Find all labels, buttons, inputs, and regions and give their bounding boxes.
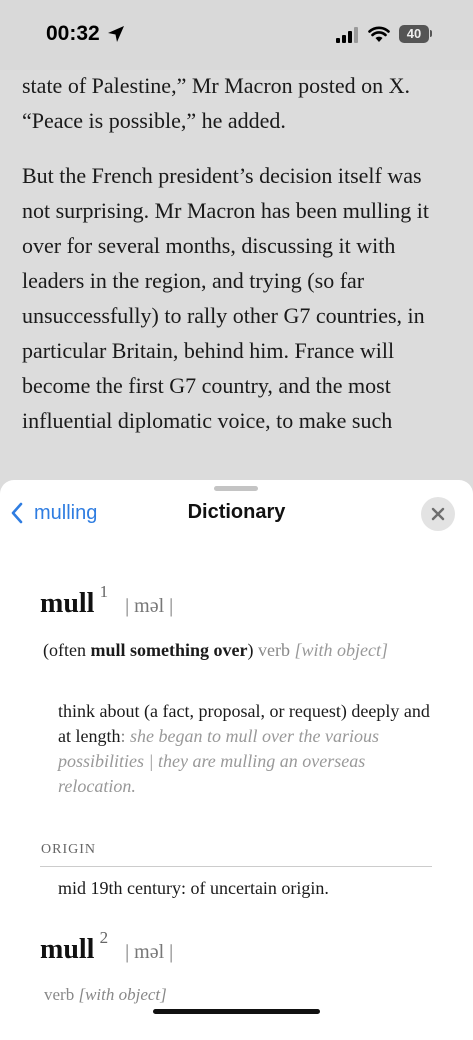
- article-paragraph: But the French president’s decision itse…: [22, 163, 429, 433]
- part-of-speech: verb: [257, 640, 290, 660]
- sheet-title: Dictionary: [187, 501, 286, 523]
- dictionary-entry: mull 2 | məl |: [40, 928, 440, 966]
- status-time: 00:32: [46, 22, 100, 45]
- close-button[interactable]: [421, 497, 455, 531]
- dictionary-entry: mull 1 | məl |: [40, 582, 440, 620]
- g7-abbr: G7: [169, 373, 197, 398]
- home-indicator[interactable]: [153, 1009, 320, 1014]
- pronunciation: | məl |: [125, 941, 174, 963]
- wifi-icon: [368, 26, 390, 42]
- headword: mull: [40, 588, 95, 619]
- battery-cap: [430, 30, 432, 37]
- article-paragraph: state of Palestine,” Mr Macron posted on…: [22, 73, 410, 133]
- status-bar: 00:32 40: [0, 0, 473, 70]
- homograph-number: 2: [99, 928, 109, 947]
- homograph-number: 1: [99, 582, 109, 601]
- dictionary-sheet: mulling Dictionary mull 1 | məl | (often…: [0, 480, 473, 1040]
- usage-note: (often mull something over) verb [with o…: [43, 640, 388, 660]
- article-body: state of Palestine,” Mr Macron posted on…: [22, 68, 452, 458]
- grammar-note: [with object]: [294, 640, 388, 660]
- g7-abbr: G7: [283, 303, 311, 328]
- origin-text: mid 19th century: of uncertain origin.: [58, 878, 329, 898]
- headword: mull: [40, 934, 95, 965]
- battery-icon: 40: [399, 25, 429, 43]
- part-of-speech: verb [with object]: [44, 985, 167, 1004]
- cellular-signal-icon: [336, 27, 358, 43]
- location-arrow-icon: [108, 26, 124, 42]
- definition: think about (a fact, proposal, or reques…: [58, 701, 430, 796]
- pronunciation: | məl |: [125, 595, 174, 617]
- divider: [40, 866, 432, 867]
- origin-label: ORIGIN: [41, 842, 96, 857]
- close-icon: [431, 507, 445, 521]
- sheet-grabber[interactable]: [214, 486, 258, 491]
